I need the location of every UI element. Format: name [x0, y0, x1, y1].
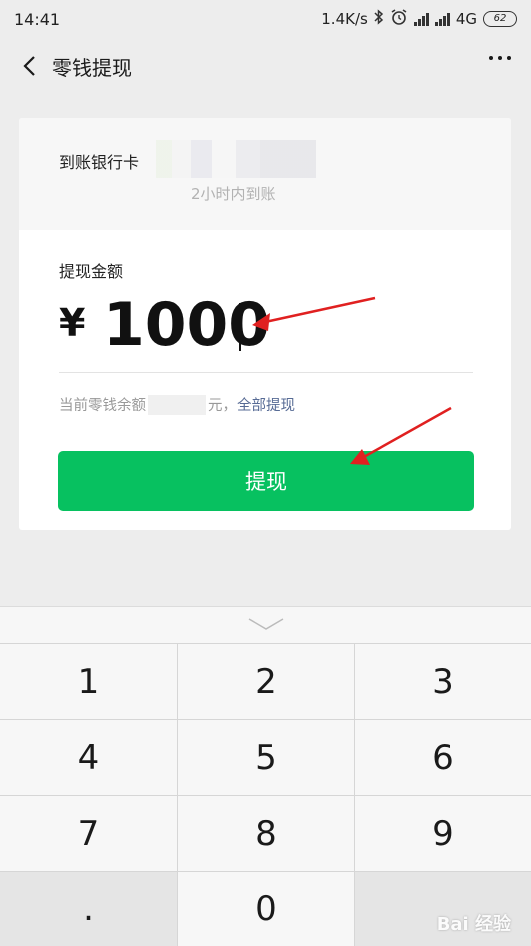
network-type: 4G	[455, 10, 477, 28]
key-5[interactable]: 5	[178, 720, 354, 795]
nav-bar: 零钱提现	[0, 38, 531, 94]
numeric-keypad: 1 2 3 4 5 6 7 8 9 . 0	[0, 606, 531, 946]
key-1[interactable]: 1	[0, 644, 177, 719]
key-9[interactable]: 9	[355, 796, 531, 871]
key-2[interactable]: 2	[178, 644, 354, 719]
key-dot[interactable]: .	[0, 872, 177, 946]
bank-card-selector[interactable]: 到账银行卡 2小时内到账	[19, 118, 511, 230]
bank-card-name-redacted	[156, 140, 316, 178]
key-6[interactable]: 6	[355, 720, 531, 795]
status-time: 14:41	[14, 9, 61, 29]
bluetooth-icon	[374, 9, 384, 29]
balance-suffix: 元，	[208, 398, 237, 414]
key-3[interactable]: 3	[355, 644, 531, 719]
bank-card-label: 到账银行卡	[59, 153, 140, 172]
page-title: 零钱提现	[52, 55, 132, 80]
text-cursor	[239, 303, 241, 351]
alarm-icon	[390, 9, 408, 29]
divider	[59, 372, 473, 373]
withdraw-card: 到账银行卡 2小时内到账 提现金额 ¥ 1000 当前零钱余额 元， 全部提现 …	[19, 118, 511, 530]
chevron-left-icon[interactable]	[12, 46, 48, 86]
key-8[interactable]: 8	[178, 796, 354, 871]
keypad-collapse-button[interactable]	[0, 606, 531, 643]
amount-label: 提现金额	[59, 262, 124, 281]
battery-icon: 62	[483, 11, 517, 27]
balance-row: 当前零钱余额 元， 全部提现	[59, 394, 295, 415]
more-icon[interactable]	[489, 56, 511, 60]
amount-input[interactable]: 1000	[103, 290, 270, 360]
arrival-time-note: 2小时内到账	[191, 185, 276, 203]
balance-prefix: 当前零钱余额	[59, 398, 146, 414]
signal-icon	[413, 12, 429, 26]
status-icons: 1.4K/s 4G 62	[321, 9, 517, 29]
withdraw-all-link[interactable]: 全部提现	[237, 394, 295, 415]
balance-amount-redacted	[148, 394, 206, 415]
key-7[interactable]: 7	[0, 796, 177, 871]
net-speed: 1.4K/s	[321, 10, 368, 28]
chevron-down-icon	[247, 616, 285, 635]
watermark: Bai 经验	[436, 914, 511, 935]
withdraw-button[interactable]: 提现	[58, 451, 474, 511]
currency-symbol: ¥	[59, 301, 86, 345]
signal-icon	[434, 12, 450, 26]
key-0[interactable]: 0	[178, 872, 354, 946]
status-bar: 14:41 1.4K/s 4G 62	[0, 0, 531, 38]
key-4[interactable]: 4	[0, 720, 177, 795]
